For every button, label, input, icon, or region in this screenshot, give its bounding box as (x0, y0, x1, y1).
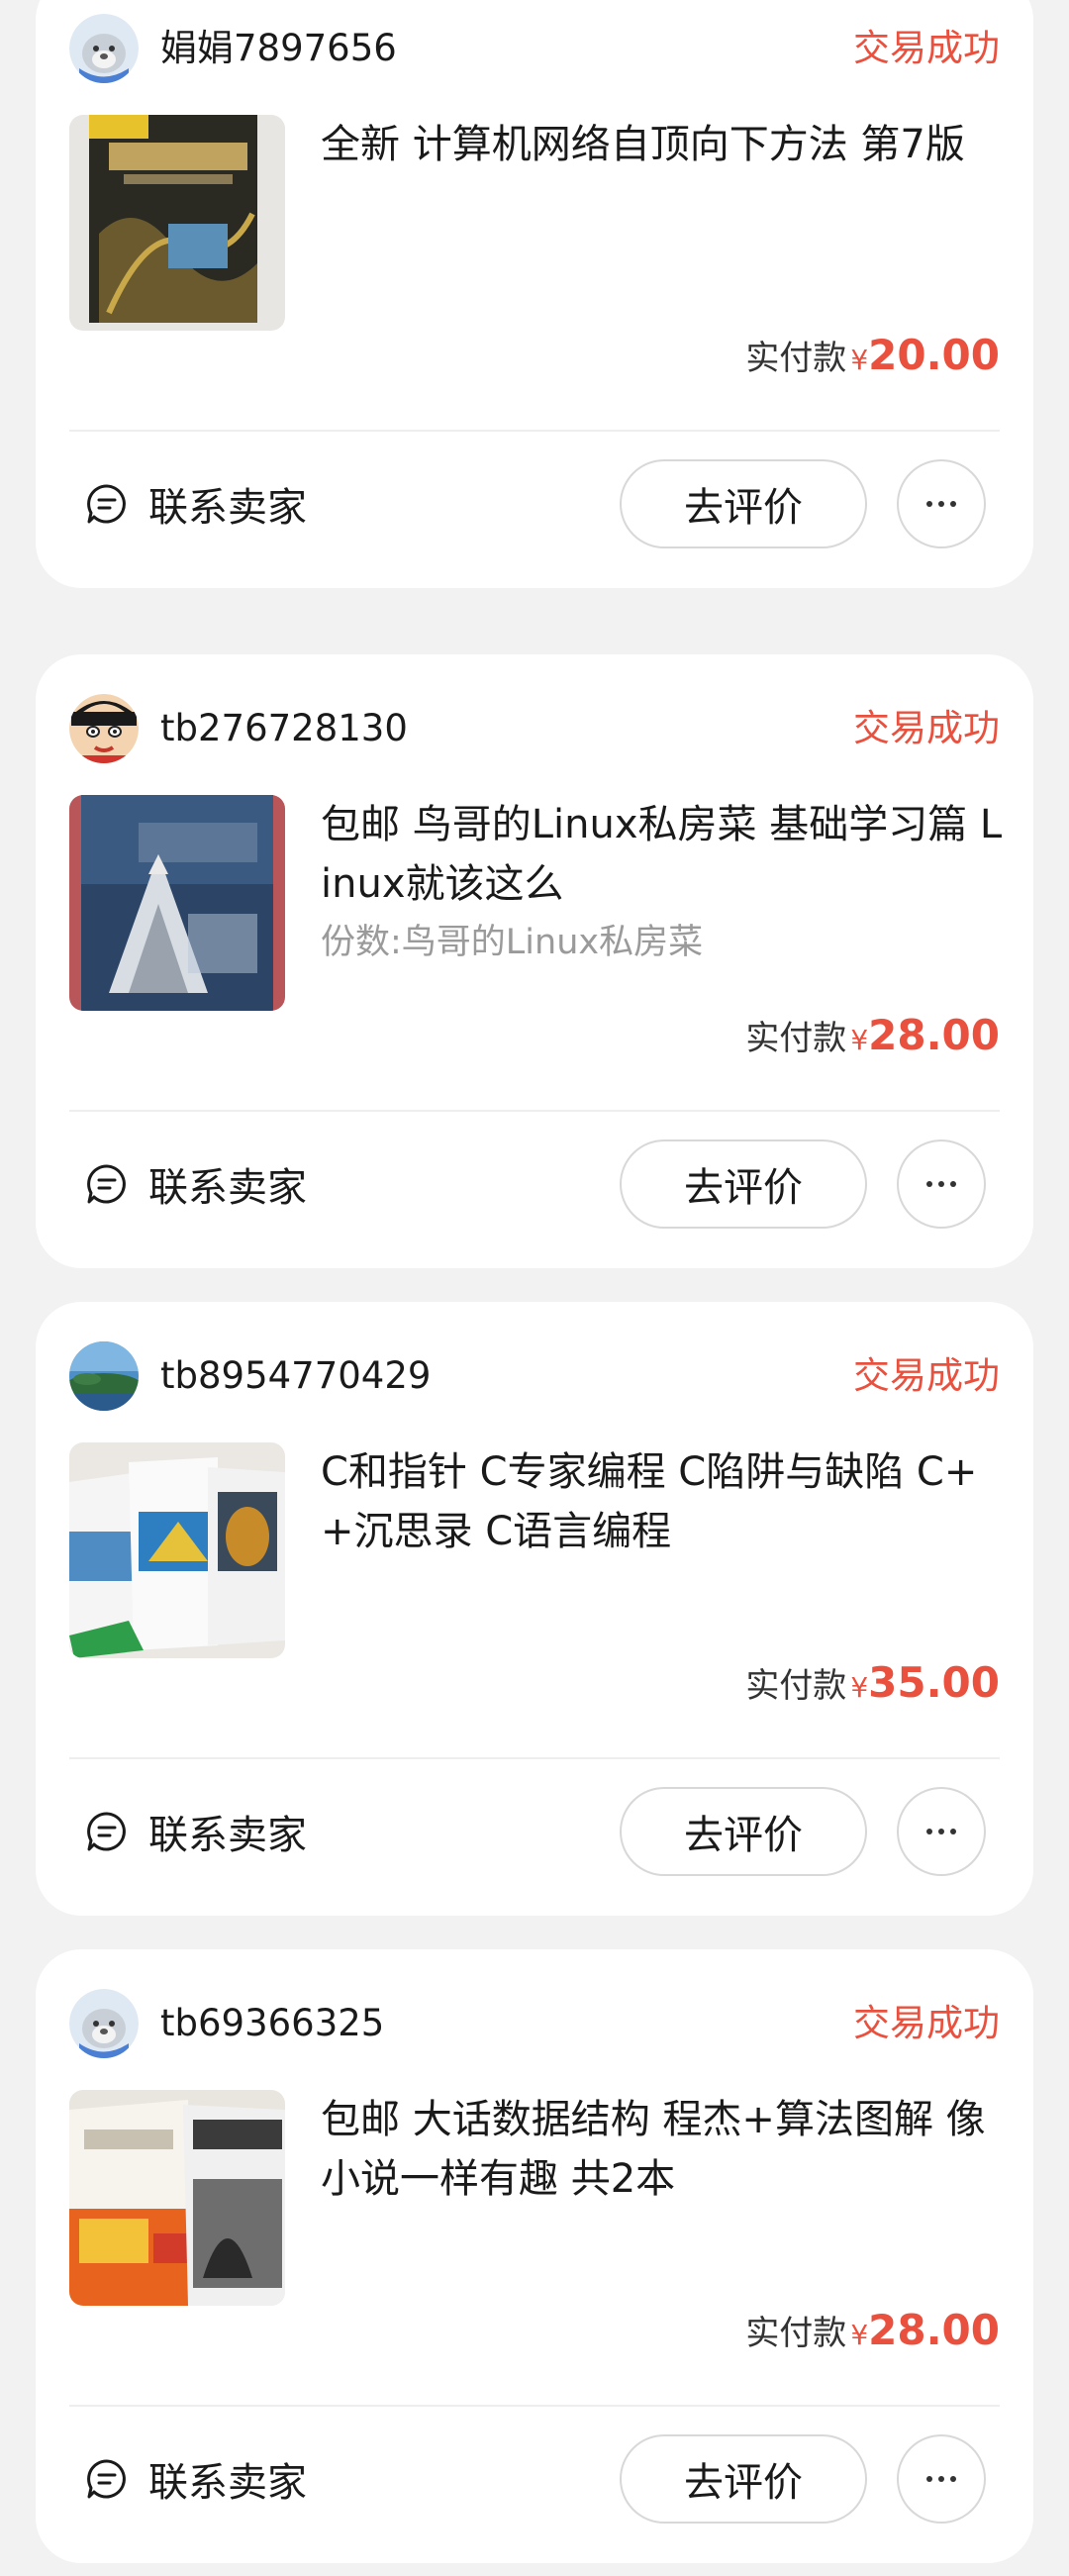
currency-symbol: ¥ (850, 2319, 869, 2351)
divider (69, 2405, 1000, 2407)
order-card[interactable]: 娟娟7897656 交易成功 全新 计算机网络自顶向下方法 第7版 实付款 ¥ … (36, 0, 1033, 588)
more-options-button[interactable] (897, 1139, 986, 1229)
order-status: 交易成功 (853, 1354, 1000, 1397)
order-card[interactable]: tb8954770429 交易成功 C和指针 C专家编程 C陷阱与缺陷 C++沉… (36, 1302, 1033, 1916)
ellipsis-icon (922, 2473, 961, 2485)
order-card[interactable]: tb276728130 交易成功 包邮 鸟哥的Linux私房菜 基础学习篇 Li… (36, 654, 1033, 1268)
payment-amount: 实付款 ¥ 35.00 (745, 1658, 1000, 1722)
review-button[interactable]: 去评价 (620, 459, 867, 548)
chat-bubble-icon (85, 482, 129, 526)
product-thumbnail[interactable] (69, 115, 285, 331)
more-options-button[interactable] (897, 1787, 986, 1876)
product-thumbnail[interactable] (69, 1442, 285, 1658)
payment-label: 实付款 (745, 2314, 847, 2353)
seller-name[interactable]: tb69366325 (160, 1997, 384, 2050)
order-status: 交易成功 (853, 707, 1000, 749)
amount-value: 28.00 (868, 1011, 1000, 1059)
divider (69, 1757, 1000, 1759)
seller-name[interactable]: tb8954770429 (160, 1349, 431, 1403)
payment-label: 实付款 (745, 339, 847, 378)
payment-label: 实付款 (745, 1019, 847, 1058)
currency-symbol: ¥ (850, 344, 869, 376)
landscape-avatar-icon[interactable] (69, 1341, 139, 1411)
payment-amount: 实付款 ¥ 20.00 (745, 331, 1000, 394)
contact-seller-button[interactable]: 联系卖家 (85, 1152, 307, 1216)
seal-avatar-icon[interactable] (69, 1989, 139, 2058)
review-button[interactable]: 去评价 (620, 1139, 867, 1229)
product-title[interactable]: C和指针 C专家编程 C陷阱与缺陷 C++沉思录 C语言编程 (321, 1442, 1004, 1561)
seller-name[interactable]: tb276728130 (160, 702, 408, 755)
amount-value: 35.00 (868, 1658, 1000, 1707)
ellipsis-icon (922, 498, 961, 510)
ellipsis-icon (922, 1178, 961, 1190)
contact-seller-button[interactable]: 联系卖家 (85, 472, 307, 536)
more-options-button[interactable] (897, 2434, 986, 2524)
chat-bubble-icon (85, 1162, 129, 1206)
more-options-button[interactable] (897, 459, 986, 548)
currency-symbol: ¥ (850, 1024, 869, 1056)
order-card[interactable]: tb69366325 交易成功 包邮 大话数据结构 程杰+算法图解 像小说一样有… (36, 1949, 1033, 2563)
cartoon-face-avatar-icon[interactable] (69, 694, 139, 763)
contact-seller-label: 联系卖家 (148, 2460, 307, 2506)
chat-bubble-icon (85, 1810, 129, 1853)
amount-value: 20.00 (868, 331, 1000, 379)
review-button[interactable]: 去评价 (620, 1787, 867, 1876)
payment-label: 实付款 (745, 1666, 847, 1706)
contact-seller-button[interactable]: 联系卖家 (85, 1800, 307, 1863)
divider (69, 430, 1000, 432)
contact-seller-label: 联系卖家 (148, 485, 307, 531)
product-title[interactable]: 包邮 大话数据结构 程杰+算法图解 像小说一样有趣 共2本 (321, 2090, 1004, 2209)
seller-name[interactable]: 娟娟7897656 (160, 22, 397, 75)
order-status: 交易成功 (853, 2002, 1000, 2044)
divider (69, 1110, 1000, 1112)
payment-amount: 实付款 ¥ 28.00 (745, 1011, 1000, 1074)
ellipsis-icon (922, 1826, 961, 1837)
product-title[interactable]: 包邮 鸟哥的Linux私房菜 基础学习篇 Linux就该这么 (321, 795, 1004, 914)
currency-symbol: ¥ (850, 1671, 869, 1704)
review-button[interactable]: 去评价 (620, 2434, 867, 2524)
amount-value: 28.00 (868, 2306, 1000, 2354)
contact-seller-button[interactable]: 联系卖家 (85, 2447, 307, 2511)
product-thumbnail[interactable] (69, 2090, 285, 2306)
product-title[interactable]: 全新 计算机网络自顶向下方法 第7版 (321, 115, 1004, 174)
payment-amount: 实付款 ¥ 28.00 (745, 2306, 1000, 2369)
chat-bubble-icon (85, 2457, 129, 2501)
product-thumbnail[interactable] (69, 795, 285, 1011)
contact-seller-label: 联系卖家 (148, 1813, 307, 1858)
contact-seller-label: 联系卖家 (148, 1165, 307, 1211)
product-spec: 份数:鸟哥的Linux私房菜 (321, 923, 704, 962)
order-status: 交易成功 (853, 27, 1000, 69)
seal-avatar-icon[interactable] (69, 14, 139, 83)
